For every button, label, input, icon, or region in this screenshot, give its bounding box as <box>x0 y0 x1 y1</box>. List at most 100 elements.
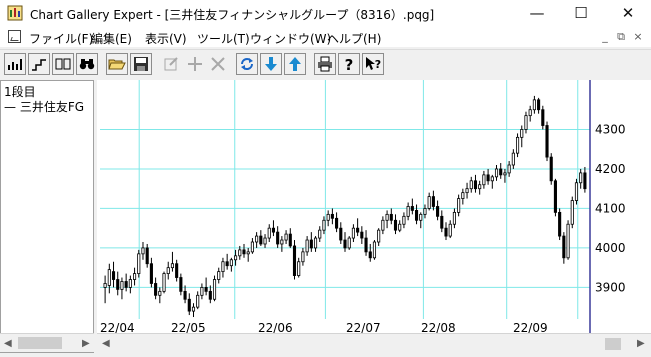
candle-body <box>490 176 494 182</box>
candle-body <box>343 239 347 249</box>
add-disabled-icon <box>188 57 202 71</box>
context-help-button[interactable]: ? <box>362 53 384 75</box>
chart-horizontal-scrollbar[interactable]: ◀ ▶ <box>97 333 651 353</box>
menu-view[interactable]: 表示(V) <box>145 30 187 47</box>
step-chart-icon <box>32 59 46 71</box>
upload-button[interactable] <box>284 53 306 75</box>
title-bar[interactable]: Chart Gallery Expert - [三井住友フィナンシャルグループ（… <box>0 0 651 27</box>
document-icon[interactable] <box>8 30 21 43</box>
candle-body <box>191 306 196 312</box>
menu-file[interactable]: ファイル(F) <box>29 30 93 47</box>
open-button[interactable] <box>106 53 128 75</box>
chart-type-icon <box>8 59 22 70</box>
scroll-left-icon[interactable]: ◀ <box>102 338 110 349</box>
mdi-minimize-button[interactable]: _ <box>597 29 613 45</box>
candle-body <box>145 247 149 265</box>
candle-body <box>318 229 322 239</box>
candle-body <box>448 223 452 237</box>
candle-body <box>116 279 120 290</box>
candle-body <box>351 227 355 239</box>
candle-body <box>562 235 566 259</box>
mdi-restore-button[interactable]: ⧉ <box>613 29 629 45</box>
candle-body <box>305 239 309 253</box>
candle-body <box>507 164 511 174</box>
scroll-right-icon[interactable]: ▶ <box>637 338 645 349</box>
candle-body <box>229 259 233 267</box>
maximize-button[interactable]: ☐ <box>558 0 604 27</box>
candle-body <box>393 219 398 231</box>
candle-body <box>583 172 587 190</box>
candle-body <box>553 180 557 213</box>
menu-edit[interactable]: 編集(E) <box>91 30 132 47</box>
candlestick-chart: 3900 4000 4100 4200 4300 22/04 22/05 22/06 22/07… <box>100 80 626 333</box>
candle-body <box>440 215 444 229</box>
scroll-thumb[interactable] <box>605 338 621 350</box>
candle-body <box>158 290 162 296</box>
candle-body <box>225 261 229 267</box>
candle-body <box>200 287 204 296</box>
candle-body <box>402 215 406 225</box>
edit-button <box>160 53 182 75</box>
refresh-button[interactable] <box>236 53 258 75</box>
candle-body <box>179 277 183 292</box>
candle-body <box>406 206 410 217</box>
candle-body <box>204 287 208 292</box>
candle-body <box>149 263 153 284</box>
candle-body <box>330 213 334 219</box>
scroll-right-icon[interactable]: ▶ <box>82 338 90 349</box>
download-icon <box>265 57 277 71</box>
search-button[interactable] <box>76 53 98 75</box>
candle-body <box>570 200 574 225</box>
close-button[interactable]: ✕ <box>605 0 651 27</box>
candle-body <box>414 210 419 221</box>
candle-body <box>217 271 221 280</box>
scroll-left-icon[interactable]: ◀ <box>4 338 12 349</box>
candle-body <box>452 211 456 225</box>
candle-body <box>381 219 385 231</box>
download-button[interactable] <box>260 53 282 75</box>
candle-body <box>503 172 507 176</box>
menu-help[interactable]: ヘルプ(H) <box>327 30 381 47</box>
candle-body <box>520 129 524 138</box>
candle-body <box>212 279 217 300</box>
candle-body <box>528 109 532 117</box>
candle-body <box>473 180 478 190</box>
two-pane-button[interactable] <box>52 53 74 75</box>
minimize-button[interactable]: — <box>514 0 560 27</box>
chart-pane[interactable]: 3900 4000 4100 4200 4300 22/04 22/05 22/06 22/07… <box>97 80 651 357</box>
candle-body <box>284 233 288 241</box>
candle-body <box>263 237 267 245</box>
candle-body <box>465 188 469 194</box>
series-list-pane[interactable]: 1段目 — 三井住友FG <box>0 80 94 353</box>
help-button[interactable]: ? <box>338 53 360 75</box>
candle-body <box>196 294 200 308</box>
print-button[interactable] <box>314 53 336 75</box>
mdi-close-button[interactable]: × <box>630 29 646 45</box>
y-tick-label: 4300 <box>595 122 626 136</box>
candle-body <box>389 213 393 221</box>
candle-body <box>511 152 515 166</box>
candle-body <box>137 253 141 274</box>
candle-body <box>372 241 377 259</box>
candle-body <box>494 168 499 178</box>
candle-body <box>280 239 284 245</box>
candle-body <box>271 227 276 233</box>
x-tick-label: 22/05 <box>171 321 206 333</box>
step-chart-button[interactable] <box>28 53 50 75</box>
menu-tool[interactable]: ツール(T) <box>197 30 250 47</box>
chart-type-button[interactable] <box>4 53 26 75</box>
candle-body <box>356 227 360 233</box>
candle-body <box>250 241 254 253</box>
series-item[interactable]: — 三井住友FG <box>4 98 84 115</box>
scroll-thumb[interactable] <box>18 337 62 349</box>
candle-body <box>124 281 128 288</box>
candle-body <box>242 249 246 255</box>
save-button[interactable] <box>130 53 152 75</box>
candle-body <box>313 237 318 249</box>
binoculars-icon <box>79 59 95 70</box>
candle-body <box>297 261 301 276</box>
menu-window[interactable]: ウィンドウ(W) <box>250 30 331 47</box>
left-horizontal-scrollbar[interactable]: ◀ ▶ <box>0 333 94 352</box>
candle-body <box>482 174 486 186</box>
menu-bar: ファイル(F) 編集(E) 表示(V) ツール(T) ウィンドウ(W) ヘルプ(… <box>0 27 651 47</box>
